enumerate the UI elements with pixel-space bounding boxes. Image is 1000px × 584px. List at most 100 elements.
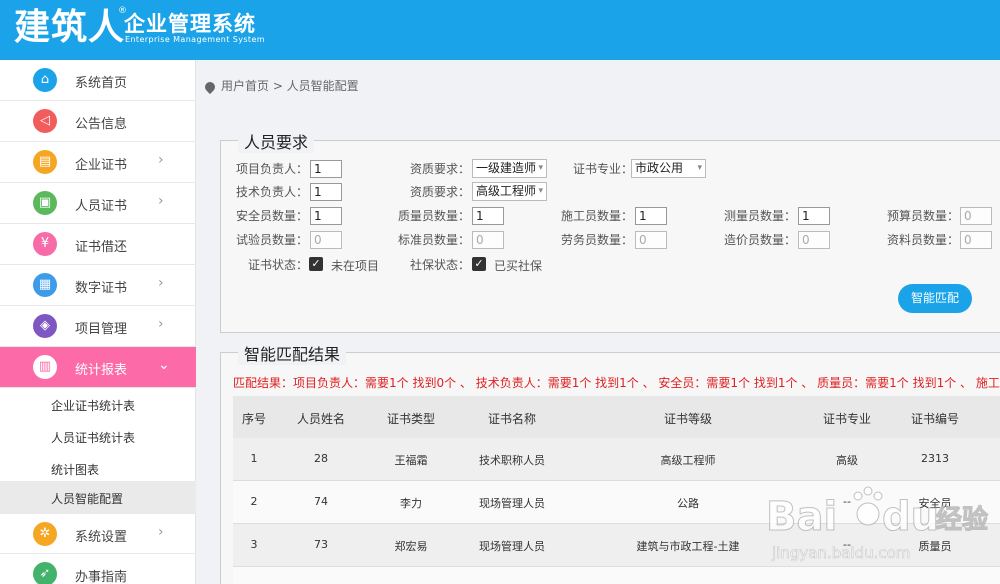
sidebar-item-announcements[interactable]: ◁ 公告信息 bbox=[0, 101, 196, 142]
qualification-label: 资质要求： bbox=[410, 162, 471, 176]
project-manager-input[interactable]: 1 bbox=[310, 160, 342, 178]
watermark-suffix: 经验 bbox=[936, 504, 988, 535]
system-subtitle: Enterprise Management System bbox=[125, 35, 265, 44]
table-cell: 郑宏易 bbox=[394, 540, 428, 553]
quality-count-label: 质量员数量： bbox=[398, 209, 471, 223]
table-cell: 高级工程师 bbox=[660, 454, 716, 467]
table-cell: 74 bbox=[314, 495, 328, 508]
paw-icon bbox=[853, 486, 883, 526]
cert-status-label: 证书状态： bbox=[248, 258, 309, 272]
insurance-status-checkbox[interactable]: ✓ bbox=[472, 257, 486, 271]
sidebar-item-projects[interactable]: ◈ 项目管理 › bbox=[0, 306, 196, 347]
system-title: 企业管理系统 bbox=[124, 12, 256, 36]
yen-icon: ¥ bbox=[33, 232, 57, 256]
sidebar-item-cert-lending[interactable]: ¥ 证书借还 bbox=[0, 224, 196, 265]
select-value: 市政公用 bbox=[635, 161, 684, 175]
watermark-brand-2: du bbox=[882, 494, 939, 540]
sidebar-item-label: 项目管理 bbox=[75, 322, 128, 337]
major-select[interactable]: 市政公用 ▾ bbox=[631, 159, 706, 178]
sub-item-charts[interactable]: 统计图表 bbox=[0, 452, 196, 484]
smart-match-button[interactable]: 智能匹配 bbox=[898, 284, 972, 313]
baidu-watermark: Bai du 经验 jingyan.baidu.com bbox=[766, 486, 989, 562]
select-value: 高级工程师 bbox=[476, 184, 537, 198]
qualification-select-1[interactable]: 一级建造师 ▾ bbox=[472, 159, 547, 178]
construction-count-input[interactable]: 1 bbox=[635, 207, 667, 225]
table-cell: 28 bbox=[314, 452, 328, 465]
table-cell: 现场管理人员 bbox=[479, 497, 545, 510]
sidebar-item-label: 办事指南 bbox=[75, 570, 128, 584]
survey-count-input[interactable]: 1 bbox=[798, 207, 830, 225]
chevron-down-icon: ▾ bbox=[538, 163, 543, 173]
qualification-label: 资质要求： bbox=[410, 185, 471, 199]
standard-count-input[interactable]: 0 bbox=[472, 231, 504, 249]
table-cell: 73 bbox=[314, 538, 328, 551]
standard-count-label: 标准员数量： bbox=[398, 233, 471, 247]
project-manager-label: 项目负责人： bbox=[236, 162, 309, 176]
table-cell: 建筑与市政工程-土建 bbox=[636, 540, 740, 553]
table-cell: 2 bbox=[250, 495, 258, 508]
breadcrumb-text[interactable]: 用户首页 > 人员智能配置 bbox=[221, 79, 359, 93]
table-cell: 技术职称人员 bbox=[479, 454, 545, 467]
construction-count-label: 施工员数量： bbox=[561, 209, 634, 223]
column-header: 证书编号 bbox=[910, 412, 960, 426]
sidebar-item-digital-certs[interactable]: ▦ 数字证书 › bbox=[0, 265, 196, 306]
cert-status-checkbox[interactable]: ✓ bbox=[309, 257, 323, 271]
sidebar-item-label: 人员证书 bbox=[75, 199, 128, 214]
table-cell: 李力 bbox=[400, 497, 422, 510]
compass-icon: ➶ bbox=[33, 562, 57, 584]
result-title: 智能匹配结果 bbox=[238, 341, 347, 365]
insurance-status-text: 已买社保 bbox=[494, 259, 543, 273]
sidebar-item-staff-certs[interactable]: ▣ 人员证书 › bbox=[0, 183, 196, 224]
cert-status-text: 未在项目 bbox=[331, 259, 380, 273]
labor-count-input[interactable]: 0 bbox=[635, 231, 667, 249]
table-header: 序号 人员姓名 证书类型 证书名称 证书等级 证书专业 证书编号 bbox=[233, 396, 1000, 438]
gear-icon: ✲ bbox=[33, 522, 57, 546]
tech-manager-label: 技术负责人： bbox=[236, 185, 309, 199]
qualification-select-2[interactable]: 高级工程师 ▾ bbox=[472, 182, 547, 201]
budget-count-input[interactable]: 0 bbox=[960, 207, 992, 225]
sidebar-item-company-certs[interactable]: ▤ 企业证书 › bbox=[0, 142, 196, 183]
sidebar-item-home[interactable]: ⌂ 系统首页 bbox=[0, 60, 196, 101]
sidebar-item-label: 企业证书 bbox=[75, 158, 128, 173]
sidebar-item-label: 系统设置 bbox=[75, 530, 128, 545]
chevron-down-icon: ⌄ bbox=[158, 357, 170, 373]
budget-count-label: 预算员数量： bbox=[887, 209, 960, 223]
logo-text: 建筑人 bbox=[14, 7, 126, 48]
requirements-title: 人员要求 bbox=[238, 129, 315, 153]
safety-count-input[interactable]: 1 bbox=[310, 207, 342, 225]
chevron-right-icon: › bbox=[158, 524, 164, 540]
sub-item-label: 人员智能配置 bbox=[51, 492, 124, 506]
test-count-label: 试验员数量： bbox=[236, 233, 309, 247]
sub-item-staff-cert-stats[interactable]: 人员证书统计表 bbox=[0, 420, 196, 452]
quality-count-input[interactable]: 1 bbox=[472, 207, 504, 225]
breadcrumb: 用户首页 > 人员智能配置 bbox=[202, 77, 359, 95]
column-header: 证书专业 bbox=[822, 412, 872, 426]
cost-count-label: 造价员数量： bbox=[724, 233, 797, 247]
table-cell: 3 bbox=[250, 538, 258, 551]
sidebar-item-settings[interactable]: ✲ 系统设置 › bbox=[0, 513, 196, 554]
tech-manager-input[interactable]: 1 bbox=[310, 183, 342, 201]
id-card-icon: ▣ bbox=[33, 191, 57, 215]
sidebar-item-guide[interactable]: ➶ 办事指南 bbox=[0, 554, 196, 584]
insurance-status-label: 社保状态： bbox=[410, 258, 471, 272]
sidebar: ⌂ 系统首页 ◁ 公告信息 ▤ 企业证书 › ▣ 人员证书 › ¥ 证书借还 ▦… bbox=[0, 60, 196, 584]
sub-item-smart-staffing[interactable]: 人员智能配置 bbox=[0, 481, 196, 513]
document-count-input[interactable]: 0 bbox=[960, 231, 992, 249]
table-cell: 王福霜 bbox=[394, 454, 428, 467]
chevron-down-icon: ▾ bbox=[697, 163, 702, 173]
cost-count-input[interactable]: 0 bbox=[798, 231, 830, 249]
sidebar-item-reports[interactable]: ▥ 统计报表 ⌄ bbox=[0, 347, 196, 388]
test-count-input[interactable]: 0 bbox=[310, 231, 342, 249]
top-header: 建筑人 ® 企业管理系统 Enterprise Management Syste… bbox=[0, 0, 1000, 60]
table-row[interactable]: 1 28 王福霜 技术职称人员 高级工程师 高级 2313 bbox=[233, 438, 1000, 481]
home-icon: ⌂ bbox=[33, 68, 57, 92]
sidebar-item-label: 系统首页 bbox=[75, 76, 128, 91]
column-header: 人员姓名 bbox=[296, 412, 346, 426]
sidebar-item-label: 数字证书 bbox=[75, 281, 128, 296]
sidebar-item-label: 公告信息 bbox=[75, 117, 128, 132]
sidebar-item-label: 统计报表 bbox=[75, 363, 128, 378]
document-icon: ▦ bbox=[33, 273, 57, 297]
chart-icon: ▥ bbox=[33, 355, 57, 379]
sub-item-company-cert-stats[interactable]: 企业证书统计表 bbox=[0, 388, 196, 420]
table-cell: 公路 bbox=[677, 497, 699, 510]
